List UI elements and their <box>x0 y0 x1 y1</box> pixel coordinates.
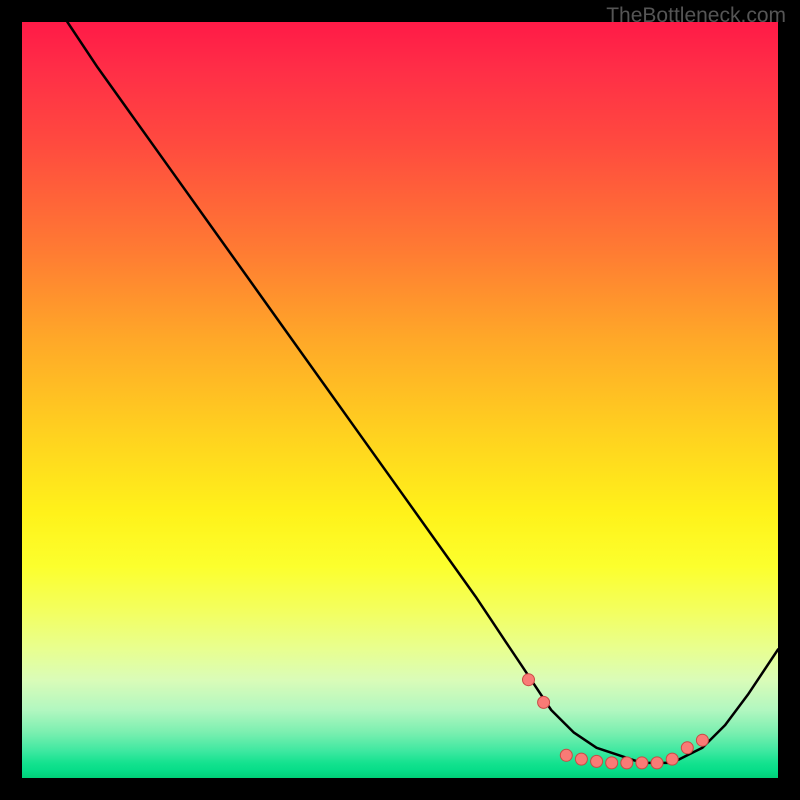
watermark-text: TheBottleneck.com <box>606 4 786 28</box>
marker-dot <box>696 734 708 746</box>
marker-dot <box>523 674 535 686</box>
marker-dot <box>606 757 618 769</box>
chart-svg <box>22 22 778 778</box>
marker-dot <box>636 757 648 769</box>
marker-dot <box>560 749 572 761</box>
marker-dot <box>666 753 678 765</box>
marker-dot <box>538 696 550 708</box>
marker-dot <box>621 757 633 769</box>
marker-dot <box>681 742 693 754</box>
marker-dot <box>651 757 663 769</box>
marker-dot <box>575 753 587 765</box>
plot-area <box>22 22 778 778</box>
marker-dot <box>591 755 603 767</box>
curve-line <box>67 22 778 763</box>
